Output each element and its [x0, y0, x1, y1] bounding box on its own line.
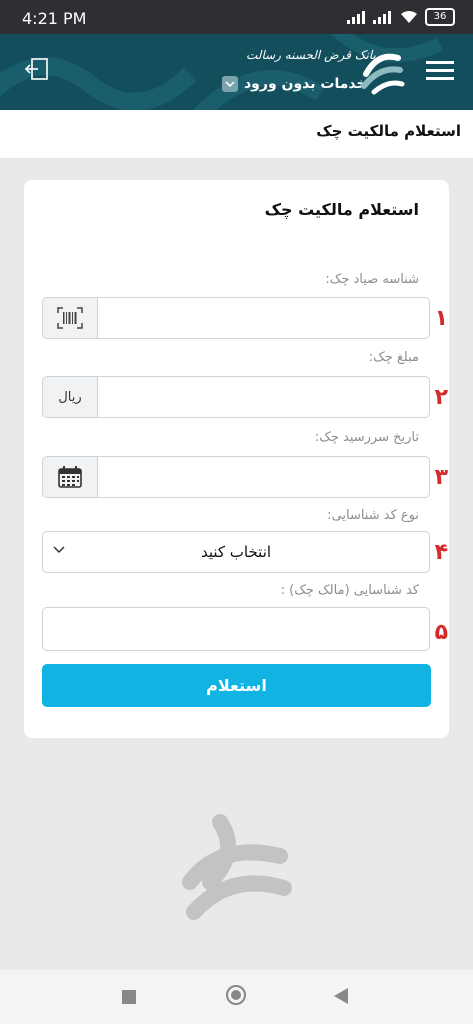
field-number-5: ۵: [434, 620, 448, 645]
id-type-label: نوع کد شناسایی:: [327, 508, 419, 523]
battery-icon: 36: [425, 8, 455, 26]
android-nav-bar: [0, 970, 473, 1024]
field-number-4: ۴: [434, 540, 448, 565]
id-type-select[interactable]: انتخاب کنید: [42, 531, 430, 573]
back-icon[interactable]: [334, 988, 348, 1004]
field-number-2: ۲: [434, 385, 448, 410]
bank-name: بانک قرض الحسنه رسالت: [246, 48, 376, 62]
due-date-label: تاریخ سررسید چک:: [314, 430, 419, 445]
signal-icon-2: [373, 11, 391, 24]
home-icon[interactable]: [226, 985, 246, 1005]
barcode-scan-button[interactable]: [43, 298, 98, 338]
logout-icon[interactable]: [24, 56, 50, 82]
chevron-down-icon: [53, 546, 65, 554]
owner-id-input[interactable]: [42, 607, 430, 651]
sayad-id-input[interactable]: [42, 297, 430, 339]
sayad-id-label: شناسه صیاد چک:: [325, 272, 419, 287]
page-title-bar: استعلام مالکیت چک: [0, 110, 473, 158]
app-header: بانک قرض الحسنه رسالت خدمات بدون ورود: [0, 34, 473, 110]
calendar-icon: [58, 466, 82, 488]
due-date-input[interactable]: [42, 456, 430, 498]
hamburger-menu-icon[interactable]: [424, 58, 456, 82]
signal-icon: [347, 11, 365, 24]
currency-addon: ریال: [43, 377, 98, 417]
owner-id-label: کد شناسایی (مالک چک) :: [280, 583, 419, 598]
field-number-3: ۳: [434, 465, 448, 490]
status-icons: 36: [347, 8, 455, 26]
amount-input[interactable]: ریال: [42, 376, 430, 418]
watermark-logo-icon: [182, 814, 292, 920]
status-time: 4:21 PM: [22, 9, 87, 28]
barcode-icon: [57, 307, 83, 329]
submit-button[interactable]: استعلام: [42, 664, 431, 707]
page-title: استعلام مالکیت چک: [316, 122, 461, 140]
wifi-icon: [401, 10, 417, 23]
services-dropdown[interactable]: خدمات بدون ورود: [222, 76, 367, 92]
form-card: استعلام مالکیت چک شناسه صیاد چک: ۱ مبلغ …: [24, 180, 449, 738]
bank-logo-icon: [361, 53, 405, 95]
chevron-down-icon: [222, 76, 238, 92]
services-label: خدمات بدون ورود: [244, 76, 367, 92]
recent-apps-icon[interactable]: [122, 990, 136, 1004]
amount-label: مبلغ چک:: [368, 350, 419, 365]
card-title: استعلام مالکیت چک: [264, 200, 419, 219]
field-number-1: ۱: [434, 306, 448, 331]
status-bar: 4:21 PM 36: [0, 0, 473, 34]
id-type-selected: انتخاب کنید: [200, 543, 272, 561]
calendar-button[interactable]: [43, 457, 98, 497]
